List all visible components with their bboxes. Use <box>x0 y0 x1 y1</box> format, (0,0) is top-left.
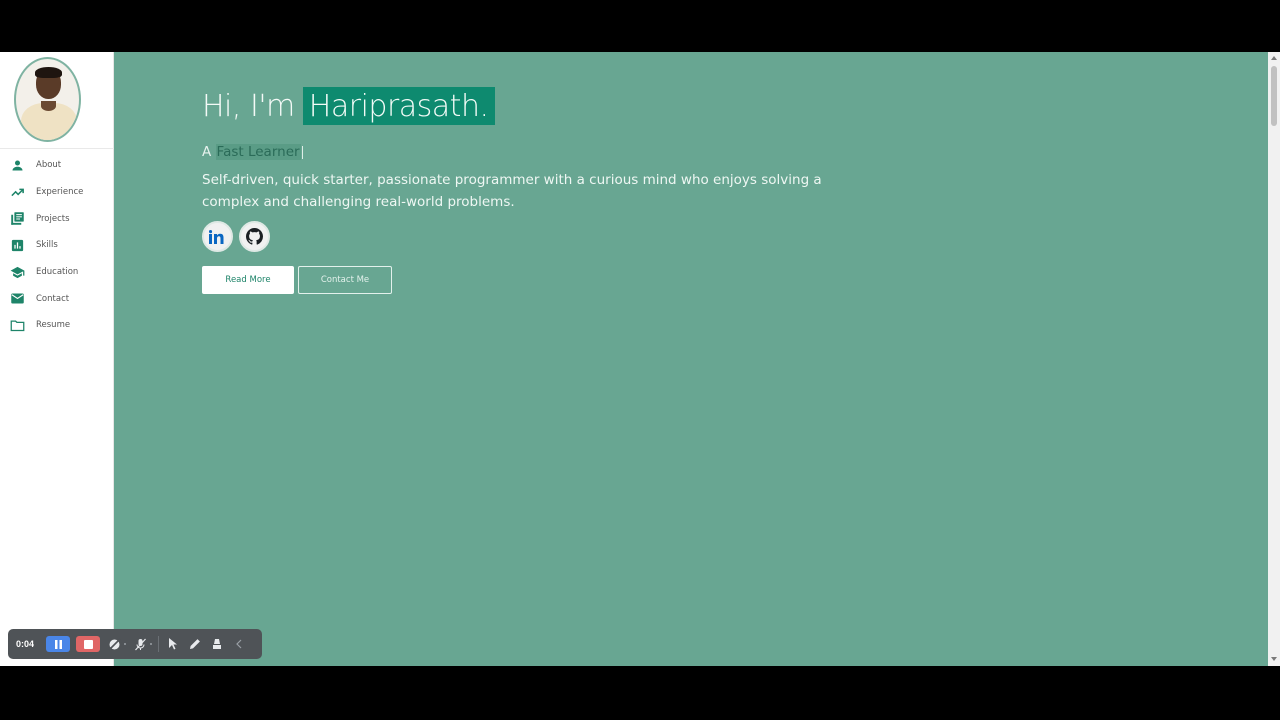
collapse-toolbar-button[interactable] <box>231 636 247 652</box>
trending-up-icon <box>11 188 24 196</box>
hero-heading: Hi, I'm Hariprasath. <box>202 86 902 126</box>
github-icon <box>246 228 263 245</box>
dropdown-dot <box>150 643 152 645</box>
pointer-tool-button[interactable] <box>165 636 181 652</box>
stop-icon <box>83 639 93 649</box>
vertical-scrollbar[interactable] <box>1268 52 1280 666</box>
mic-off-button[interactable] <box>132 636 148 652</box>
mic-off-icon <box>134 638 146 650</box>
scroll-up-arrow-icon[interactable] <box>1271 56 1277 60</box>
sidebar-item-projects[interactable]: Projects <box>0 205 114 232</box>
recording-timer: 0:04 <box>16 639 35 649</box>
tagline: A Fast Learner <box>202 144 902 160</box>
pause-icon <box>54 639 62 649</box>
camera-off-button[interactable] <box>106 636 122 652</box>
pencil-icon <box>190 639 200 649</box>
contact-me-button[interactable]: Contact Me <box>298 266 392 294</box>
camera-off-icon <box>107 637 121 651</box>
sidebar-item-label: Experience <box>36 187 84 198</box>
sidebar-item-skills[interactable]: Skills <box>0 232 114 259</box>
pause-button[interactable] <box>46 636 70 652</box>
bottom-letterbox <box>0 666 1280 720</box>
sidebar-item-label: About <box>36 160 62 171</box>
sidebar-nav: About Experience Projects Skills Educati… <box>0 152 114 339</box>
toolbar-divider <box>158 636 159 652</box>
person-icon <box>12 160 23 171</box>
bar-chart-icon <box>11 239 24 252</box>
typed-role: Fast Learner <box>215 144 301 160</box>
greeting-text: Hi, I'm <box>202 88 295 124</box>
social-links <box>202 221 902 252</box>
pen-tool-button[interactable] <box>187 636 203 652</box>
browser-viewport: About Experience Projects Skills Educati… <box>0 52 1280 666</box>
linkedin-link[interactable] <box>202 221 233 252</box>
typing-cursor <box>301 145 303 159</box>
dropdown-dot <box>124 643 126 645</box>
sidebar-item-label: Contact <box>36 293 70 304</box>
eraser-icon <box>213 639 221 649</box>
hero-section: Hi, I'm Hariprasath. A Fast Learner Self… <box>202 86 902 294</box>
sidebar-item-label: Skills <box>36 240 58 251</box>
folder-icon <box>10 320 25 332</box>
chevron-left-icon <box>236 639 242 649</box>
school-icon <box>10 266 25 278</box>
sidebar-item-label: Projects <box>36 213 70 224</box>
sidebar-item-experience[interactable]: Experience <box>0 179 114 206</box>
name-highlight: Hariprasath. <box>302 87 495 125</box>
eraser-tool-button[interactable] <box>209 636 225 652</box>
sidebar-divider <box>0 148 114 149</box>
github-link[interactable] <box>239 221 270 252</box>
linkedin-icon <box>208 229 223 244</box>
library-books-icon <box>11 212 24 225</box>
avatar <box>14 57 81 142</box>
sidebar-item-contact[interactable]: Contact <box>0 285 114 312</box>
top-letterbox <box>0 0 1280 52</box>
mail-icon <box>11 293 24 304</box>
hero-buttons: Read More Contact Me <box>202 266 902 294</box>
scroll-down-arrow-icon[interactable] <box>1271 657 1277 661</box>
sidebar: About Experience Projects Skills Educati… <box>0 52 114 666</box>
hero-description: Self-driven, quick starter, passionate p… <box>202 172 822 210</box>
sidebar-item-about[interactable]: About <box>0 152 114 179</box>
stop-button[interactable] <box>76 636 100 652</box>
sidebar-item-label: Education <box>36 267 79 278</box>
cursor-icon <box>168 638 177 650</box>
sidebar-item-resume[interactable]: Resume <box>0 312 114 339</box>
screen-recorder-toolbar: 0:04 <box>8 629 262 659</box>
sidebar-item-label: Resume <box>36 320 71 331</box>
scrollbar-thumb[interactable] <box>1271 66 1277 126</box>
tagline-prefix: A <box>202 144 212 160</box>
read-more-button[interactable]: Read More <box>202 266 294 294</box>
sidebar-item-education[interactable]: Education <box>0 259 114 286</box>
